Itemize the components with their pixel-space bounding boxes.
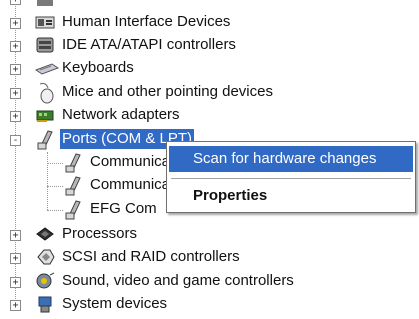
tree-item-label: System devices xyxy=(62,295,168,312)
expand-toggle[interactable]: + xyxy=(10,230,21,241)
expand-toggle[interactable]: + xyxy=(10,41,21,52)
mouse-icon xyxy=(34,82,56,104)
ide-controller-icon xyxy=(34,35,56,55)
scan-for-hardware-changes-item[interactable]: Scan for hardware changes xyxy=(169,146,413,172)
expand-toggle[interactable]: + xyxy=(10,0,21,5)
processor-icon xyxy=(34,224,56,244)
tree-item-label: Keyboards xyxy=(62,59,134,76)
tree-item-label: Processors xyxy=(62,225,138,242)
port-icon xyxy=(62,152,84,173)
tree-item-label: Communica xyxy=(90,176,171,193)
tree-item-label: IDE ATA/ATAPI controllers xyxy=(62,36,236,53)
collapse-toggle[interactable]: - xyxy=(10,135,21,146)
expand-toggle[interactable]: + xyxy=(10,300,21,311)
keyboard-icon xyxy=(34,58,60,78)
expand-toggle[interactable]: + xyxy=(10,253,21,264)
tree-item-label: Communica xyxy=(90,153,171,170)
tree-item-label: SCSI and RAID controllers xyxy=(62,248,240,265)
tree-connector xyxy=(47,210,63,211)
port-icon xyxy=(34,129,56,150)
tree-item-label: Mice and other pointing devices xyxy=(62,83,273,100)
system-devices-icon xyxy=(34,294,56,314)
tree-item-label: Network adapters xyxy=(62,106,180,123)
tree-connector xyxy=(47,152,48,210)
tree-connector xyxy=(47,163,63,164)
expand-toggle[interactable]: + xyxy=(10,88,21,99)
port-icon xyxy=(62,199,84,220)
menu-separator xyxy=(171,178,411,179)
expand-toggle[interactable]: + xyxy=(10,18,21,29)
tree-item-label: Sound, video and game controllers xyxy=(62,272,294,289)
sound-icon xyxy=(34,271,56,291)
tree-connector xyxy=(47,186,63,187)
tree-item-label: EFG Com xyxy=(90,200,157,217)
context-menu: Scan for hardware changes Properties xyxy=(166,141,416,213)
expand-toggle[interactable]: + xyxy=(10,64,21,75)
expand-toggle[interactable]: + xyxy=(10,111,21,122)
device-icon xyxy=(34,0,56,10)
network-adapter-icon xyxy=(34,105,56,125)
properties-item[interactable]: Properties xyxy=(169,183,413,209)
expand-toggle[interactable]: + xyxy=(10,277,21,288)
hid-icon xyxy=(34,12,56,32)
port-icon xyxy=(62,175,84,196)
tree-item-label: Human Interface Devices xyxy=(62,13,231,30)
scsi-controller-icon xyxy=(34,247,56,267)
